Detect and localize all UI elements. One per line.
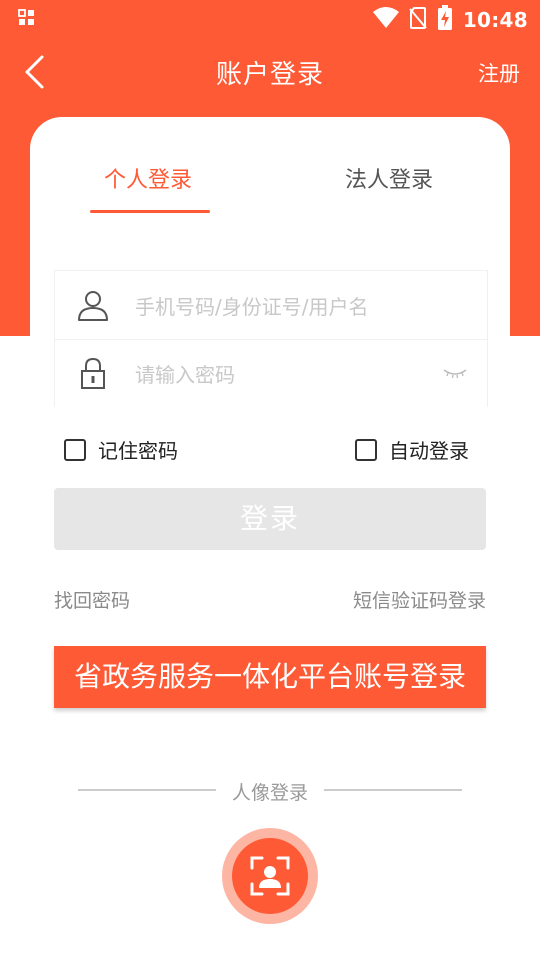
password-field[interactable]: 请输入密码 bbox=[55, 339, 487, 407]
divider-line-right bbox=[324, 789, 462, 791]
login-button[interactable]: 登录 bbox=[54, 488, 486, 550]
forgot-password-link[interactable]: 找回密码 bbox=[54, 586, 130, 613]
face-login-divider: 人像登录 bbox=[0, 778, 540, 804]
eye-closed-icon[interactable] bbox=[443, 367, 467, 379]
status-bar: 10:48 bbox=[0, 0, 540, 36]
user-icon bbox=[78, 291, 108, 321]
lock-icon bbox=[81, 357, 105, 389]
remember-password-label: 记住密码 bbox=[98, 439, 178, 463]
face-login-button[interactable] bbox=[222, 828, 318, 924]
register-button[interactable]: 注册 bbox=[478, 58, 520, 88]
username-input[interactable]: 手机号码/身份证号/用户名 bbox=[135, 291, 368, 320]
login-form: 手机号码/身份证号/用户名 请输入密码 bbox=[54, 270, 488, 407]
tab-legal-login[interactable]: 法人登录 bbox=[345, 162, 433, 194]
app-header: 账户登录 注册 bbox=[0, 40, 540, 106]
remember-password-checkbox[interactable]: 记住密码 bbox=[64, 435, 178, 464]
battery-icon bbox=[437, 5, 453, 35]
checkbox-box[interactable] bbox=[64, 438, 86, 461]
tab-personal-login[interactable]: 个人登录 bbox=[104, 162, 192, 194]
app-grid-icon bbox=[18, 9, 36, 31]
checkbox-box[interactable] bbox=[355, 438, 377, 461]
sms-login-link[interactable]: 短信验证码登录 bbox=[353, 586, 486, 613]
face-scan-icon bbox=[250, 856, 290, 896]
wifi-icon bbox=[372, 7, 399, 33]
page-title: 账户登录 bbox=[215, 60, 324, 90]
no-sim-icon bbox=[409, 6, 427, 34]
auto-login-label: 自动登录 bbox=[389, 439, 469, 463]
gov-platform-login-button[interactable]: 省政务服务一体化平台账号登录 bbox=[54, 646, 486, 708]
password-input[interactable]: 请输入密码 bbox=[135, 359, 235, 388]
active-tab-indicator bbox=[90, 210, 210, 213]
status-time: 10:48 bbox=[462, 8, 528, 32]
face-login-label: 人像登录 bbox=[231, 782, 308, 804]
username-field[interactable]: 手机号码/身份证号/用户名 bbox=[55, 271, 487, 340]
login-tabs: 个人登录 法人登录 bbox=[30, 150, 510, 220]
auto-login-checkbox[interactable]: 自动登录 bbox=[355, 435, 469, 464]
